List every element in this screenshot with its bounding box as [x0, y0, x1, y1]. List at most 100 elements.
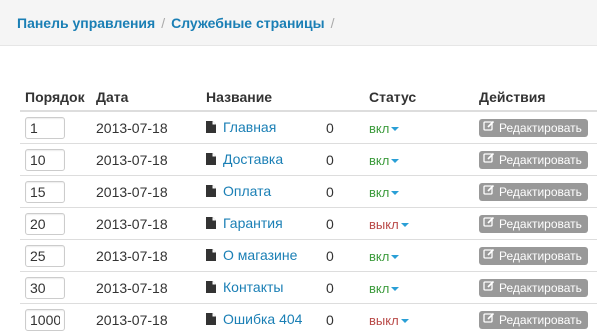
- edit-button-label: Редактировать: [499, 152, 582, 167]
- order-cell: [20, 303, 91, 335]
- page-name-link[interactable]: Контакты: [223, 279, 283, 295]
- page-name-link[interactable]: Гарантия: [223, 215, 283, 231]
- file-icon: [206, 248, 216, 264]
- page-name-link[interactable]: Оплата: [223, 183, 271, 199]
- breadcrumb-separator: /: [161, 14, 166, 31]
- column-header-actions: Действия: [474, 84, 597, 112]
- edit-icon: [483, 248, 495, 263]
- edit-button[interactable]: Редактировать: [479, 182, 588, 201]
- status-dropdown[interactable]: выкл: [369, 313, 409, 328]
- status-dropdown[interactable]: вкл: [369, 120, 400, 136]
- order-cell: [20, 239, 91, 272]
- caret-down-icon: [391, 254, 400, 259]
- breadcrumb-link-service-pages[interactable]: Служебные страницы: [171, 15, 324, 31]
- edit-button[interactable]: Редактировать: [479, 214, 588, 233]
- column-header-count: [321, 84, 364, 112]
- order-input[interactable]: [25, 180, 65, 203]
- edit-button[interactable]: Редактировать: [479, 150, 588, 169]
- status-dropdown[interactable]: выкл: [369, 217, 409, 232]
- column-header-date: Дата: [91, 84, 201, 112]
- table-row: 2013-07-18 Ошибка 404 0 выкл Редактировать: [20, 303, 597, 335]
- column-header-order: Порядок: [20, 84, 91, 112]
- order-input[interactable]: [25, 244, 65, 267]
- file-icon: [206, 184, 216, 200]
- actions-cell: Редактировать: [474, 303, 597, 335]
- actions-cell: Редактировать: [474, 143, 597, 176]
- status-label: вкл: [369, 184, 390, 200]
- table-row: 2013-07-18 О магазине 0 вкл Редактировать: [20, 239, 597, 272]
- edit-button[interactable]: Редактировать: [479, 278, 588, 297]
- breadcrumb-separator: /: [330, 14, 335, 31]
- column-header-name: Название: [201, 84, 321, 112]
- page-name-link[interactable]: О магазине: [223, 247, 297, 263]
- status-cell: вкл: [364, 271, 474, 304]
- table-row: 2013-07-18 Доставка 0 вкл Редактировать: [20, 143, 597, 176]
- count-cell: 0: [321, 143, 364, 176]
- edit-button-label: Редактировать: [499, 120, 582, 135]
- file-icon: [206, 120, 216, 136]
- name-cell: Оплата: [201, 175, 321, 208]
- breadcrumb: Панель управления / Служебные страницы /: [0, 0, 597, 46]
- status-dropdown[interactable]: вкл: [369, 248, 400, 264]
- caret-down-icon: [391, 286, 400, 291]
- edit-button-label: Редактировать: [499, 248, 582, 263]
- status-cell: вкл: [364, 239, 474, 272]
- date-cell: 2013-07-18: [91, 207, 201, 240]
- count-cell: 0: [326, 119, 334, 136]
- caret-down-icon: [391, 190, 400, 195]
- order-cell: [20, 271, 91, 304]
- status-cell: выкл: [364, 303, 474, 335]
- name-cell: Доставка: [201, 143, 321, 176]
- file-icon: [206, 280, 216, 296]
- file-icon: [206, 312, 216, 328]
- status-cell: вкл: [364, 143, 474, 176]
- status-label: выкл: [369, 312, 399, 328]
- edit-icon: [483, 120, 495, 135]
- status-label: выкл: [369, 216, 399, 232]
- status-label: вкл: [369, 152, 390, 168]
- file-icon: [206, 216, 216, 232]
- edit-button-label: Редактировать: [499, 184, 582, 199]
- name-cell: Контакты: [201, 271, 321, 304]
- name-cell: Ошибка 404: [201, 303, 321, 335]
- caret-down-icon: [391, 126, 400, 131]
- status-label: вкл: [369, 248, 390, 264]
- edit-icon: [483, 280, 495, 295]
- page-name-link[interactable]: Ошибка 404: [223, 311, 302, 327]
- status-cell: выкл: [364, 207, 474, 240]
- table-row: 2013-07-18 Оплата 0 вкл Редактировать: [20, 175, 597, 208]
- page-name-link[interactable]: Доставка: [223, 151, 283, 167]
- count-cell: 0: [321, 271, 364, 304]
- edit-icon: [483, 216, 495, 231]
- caret-down-icon: [391, 158, 400, 163]
- status-dropdown[interactable]: вкл: [369, 184, 400, 200]
- edit-button-label: Редактировать: [499, 312, 582, 327]
- page-name-link[interactable]: Главная: [223, 119, 276, 135]
- order-input[interactable]: [25, 308, 65, 331]
- status-label: вкл: [369, 280, 390, 296]
- edit-button-label: Редактировать: [499, 216, 582, 231]
- edit-icon: [483, 152, 495, 167]
- status-dropdown[interactable]: вкл: [369, 152, 400, 168]
- table-row: 2013-07-18 Контакты 0 вкл Редактировать: [20, 271, 597, 304]
- date-cell: 2013-07-18: [91, 143, 201, 176]
- table-header-row: Порядок Дата Название Статус Действия: [20, 84, 597, 112]
- order-input[interactable]: [25, 212, 65, 235]
- status-label: вкл: [369, 120, 390, 136]
- order-input[interactable]: [25, 276, 65, 299]
- date-cell: 2013-07-18: [91, 271, 201, 304]
- edit-icon: [483, 312, 495, 327]
- status-cell: вкл: [364, 111, 474, 144]
- order-cell: [20, 143, 91, 176]
- status-dropdown[interactable]: вкл: [369, 280, 400, 296]
- file-icon: [206, 152, 216, 168]
- edit-button[interactable]: Редактировать: [479, 310, 588, 329]
- edit-button[interactable]: Редактировать: [479, 118, 588, 137]
- breadcrumb-link-dashboard[interactable]: Панель управления: [17, 15, 155, 31]
- order-input[interactable]: [25, 148, 65, 171]
- order-input[interactable]: [25, 116, 65, 139]
- edit-button[interactable]: Редактировать: [479, 246, 588, 265]
- actions-cell: Редактировать: [474, 207, 597, 240]
- order-cell: [20, 175, 91, 208]
- count-cell: 0: [321, 303, 364, 335]
